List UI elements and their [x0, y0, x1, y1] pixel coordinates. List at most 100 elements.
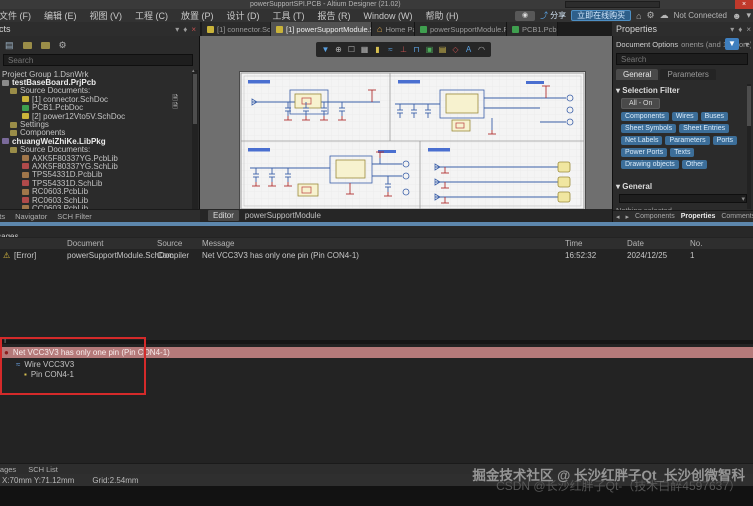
titlebar-search-box[interactable] — [565, 1, 660, 8]
snapshot-button[interactable]: ◉ — [515, 10, 536, 21]
tab-powersupportmodule-pcbdoc[interactable]: powerSupportModule.PcbDoc — [415, 22, 507, 36]
breadcrumb-document[interactable]: powerSupportModule — [245, 211, 321, 220]
filter-ports[interactable]: Ports — [712, 136, 737, 145]
user-icon[interactable]: ☻ — [732, 11, 741, 21]
tree-item[interactable]: PCB1.PcbDoc 🗎 — [0, 103, 192, 112]
off-sheet-tool-icon[interactable]: ◇ — [450, 45, 461, 54]
schematic-sheet[interactable] — [240, 72, 585, 210]
filter-parameters[interactable]: Parameters — [665, 136, 710, 145]
panel-settings-icon[interactable]: ⚙ — [59, 40, 67, 51]
menu-place[interactable]: 放置 (P) — [174, 9, 221, 22]
filter-power-ports[interactable]: Power Ports — [621, 148, 668, 157]
gear-icon[interactable]: ⚙ — [647, 10, 655, 21]
menu-tools[interactable]: 工具 (T) — [266, 9, 312, 22]
messages-tab[interactable]: Messages — [0, 226, 753, 237]
tree-item[interactable]: [1] connector.SchDoc 🗎 — [0, 95, 192, 104]
details-splitter[interactable]: ⊤ — [0, 338, 753, 345]
select-rect-tool-icon[interactable]: ☐ — [346, 45, 357, 54]
panel-pin-icon[interactable]: ♦ — [183, 25, 187, 34]
tab-parameters[interactable]: Parameters — [660, 69, 716, 80]
filter-caret-icon[interactable]: ▾ — [745, 40, 749, 49]
buy-online-button[interactable]: 立即在线购买 — [571, 10, 632, 21]
col-document[interactable]: Document — [67, 239, 103, 248]
all-on-button[interactable]: All - On — [621, 98, 661, 109]
arc-tool-icon[interactable]: ◠ — [476, 45, 487, 54]
col-message[interactable]: Message — [202, 239, 234, 248]
col-time[interactable]: Time — [565, 239, 582, 248]
filter-wires[interactable]: Wires — [671, 112, 698, 121]
tab-projects[interactable]: Projects — [0, 212, 5, 221]
tab-comments-panel[interactable]: Comments — [721, 213, 753, 220]
tab-components-panel[interactable]: Components — [635, 213, 675, 220]
column-tool-icon[interactable]: ▮ — [372, 45, 383, 54]
tab-home-page[interactable]: ⌂ Home Page — [372, 22, 415, 36]
tab-general[interactable]: General — [616, 69, 659, 80]
menu-design[interactable]: 设计 (D) — [220, 9, 267, 22]
menu-project[interactable]: 工程 (C) — [128, 9, 175, 22]
tab-powersupportmodule-schdoc[interactable]: [1] powerSupportModule.SchDoc — [271, 22, 372, 36]
tab-pcb1-pcbdoc[interactable]: PCB1.PcbDoc — [507, 22, 558, 36]
filter-tool-icon[interactable]: ▼ — [320, 45, 331, 54]
tab-connector-schdoc[interactable]: [1] connector.SchDoc — [202, 22, 271, 36]
share-button[interactable]: ⤴ 分享 — [540, 10, 566, 21]
close-window-button[interactable]: × — [735, 0, 753, 9]
filter-texts[interactable]: Texts — [670, 148, 695, 157]
tab-sch-list[interactable]: SCH List — [28, 465, 58, 474]
col-source[interactable]: Source — [157, 239, 182, 248]
detail-pin-row[interactable]: ▪ Pin CON4-1 — [0, 369, 753, 379]
user-caret-icon[interactable]: ▾ — [746, 10, 751, 21]
panel-close-icon[interactable]: × — [191, 25, 196, 34]
open-project-icon[interactable] — [22, 41, 32, 49]
editor-badge[interactable]: Editor — [208, 210, 239, 221]
filter-sheet-entries[interactable]: Sheet Entries — [679, 124, 730, 133]
menu-file[interactable]: 文件 (F) — [0, 9, 38, 22]
filter-buses[interactable]: Buses — [700, 112, 729, 121]
filter-sheet-symbols[interactable]: Sheet Symbols — [621, 124, 677, 133]
bus-entry-tool-icon[interactable]: ⊓ — [411, 45, 422, 54]
message-row[interactable]: ⚠ [Error] powerSupportModule.SchDoc Comp… — [0, 250, 753, 261]
tab-messages[interactable]: Messages — [0, 465, 16, 474]
tab-properties-panel[interactable]: Properties — [681, 213, 716, 220]
align-tool-icon[interactable]: ▦ — [359, 45, 370, 54]
general-combo-box[interactable]: ▾ — [619, 194, 747, 203]
panel-tab-scroll-left-icon[interactable]: ◂ — [616, 213, 620, 221]
general-section[interactable]: ▾ General — [616, 182, 652, 191]
tab-navigator[interactable]: Navigator — [15, 212, 47, 221]
move-tool-icon[interactable]: ⊕ — [333, 45, 344, 54]
filter-other[interactable]: Other — [681, 160, 708, 169]
menu-view[interactable]: 视图 (V) — [83, 9, 130, 22]
tree-scrollbar[interactable]: ▴ ▾ — [192, 68, 198, 214]
power-port-tool-icon[interactable]: ⊥ — [398, 45, 409, 54]
wire-tool-icon[interactable]: ≈ — [385, 45, 396, 54]
selection-filter-section[interactable]: ▾ Selection Filter — [616, 86, 680, 95]
menu-help[interactable]: 帮助 (H) — [419, 9, 466, 22]
properties-search-input[interactable] — [616, 53, 748, 65]
tree-item[interactable]: RC0603.SchLib — [0, 196, 192, 205]
sheet-entry-tool-icon[interactable]: ▤ — [437, 45, 448, 54]
tab-sch-filter[interactable]: SCH Filter — [57, 212, 92, 221]
connection-status[interactable]: Not Connected — [674, 11, 727, 20]
col-no[interactable]: No. — [690, 239, 702, 248]
menu-window[interactable]: Window (W) — [357, 11, 420, 21]
tree-item[interactable]: RC0603.PcbLib — [0, 187, 192, 196]
filter-net-labels[interactable]: Net Labels — [621, 136, 663, 145]
col-date[interactable]: Date — [627, 239, 644, 248]
sheet-symbol-tool-icon[interactable]: ▣ — [424, 45, 435, 54]
filter-drawing-objects[interactable]: Drawing objects — [621, 160, 679, 169]
error-detail-row[interactable]: ● Net VCC3V3 has only one pin (Pin CON4-… — [0, 347, 753, 358]
panel-dropdown-icon[interactable]: ▾ — [730, 25, 734, 34]
object-filter-button[interactable]: ▼ — [725, 38, 739, 50]
panel-tab-scroll-right-icon[interactable]: ▸ — [626, 213, 630, 221]
tree-item[interactable]: TPS54331D.SchLib — [0, 179, 192, 188]
panel-close-icon[interactable]: × — [746, 25, 751, 34]
filter-components[interactable]: Components — [621, 112, 669, 121]
add-project-icon[interactable] — [40, 41, 50, 49]
menu-reports[interactable]: 报告 (R) — [311, 9, 358, 22]
new-document-icon[interactable]: ▤ — [5, 40, 14, 51]
panel-pin-icon[interactable]: ♦ — [738, 25, 742, 34]
panel-dropdown-icon[interactable]: ▾ — [175, 25, 179, 34]
projects-search-input[interactable] — [3, 54, 193, 66]
home-icon[interactable]: ⌂ — [636, 11, 641, 21]
text-tool-icon[interactable]: A — [463, 45, 474, 54]
detail-wire-row[interactable]: ≈ Wire VCC3V3 — [0, 359, 753, 369]
